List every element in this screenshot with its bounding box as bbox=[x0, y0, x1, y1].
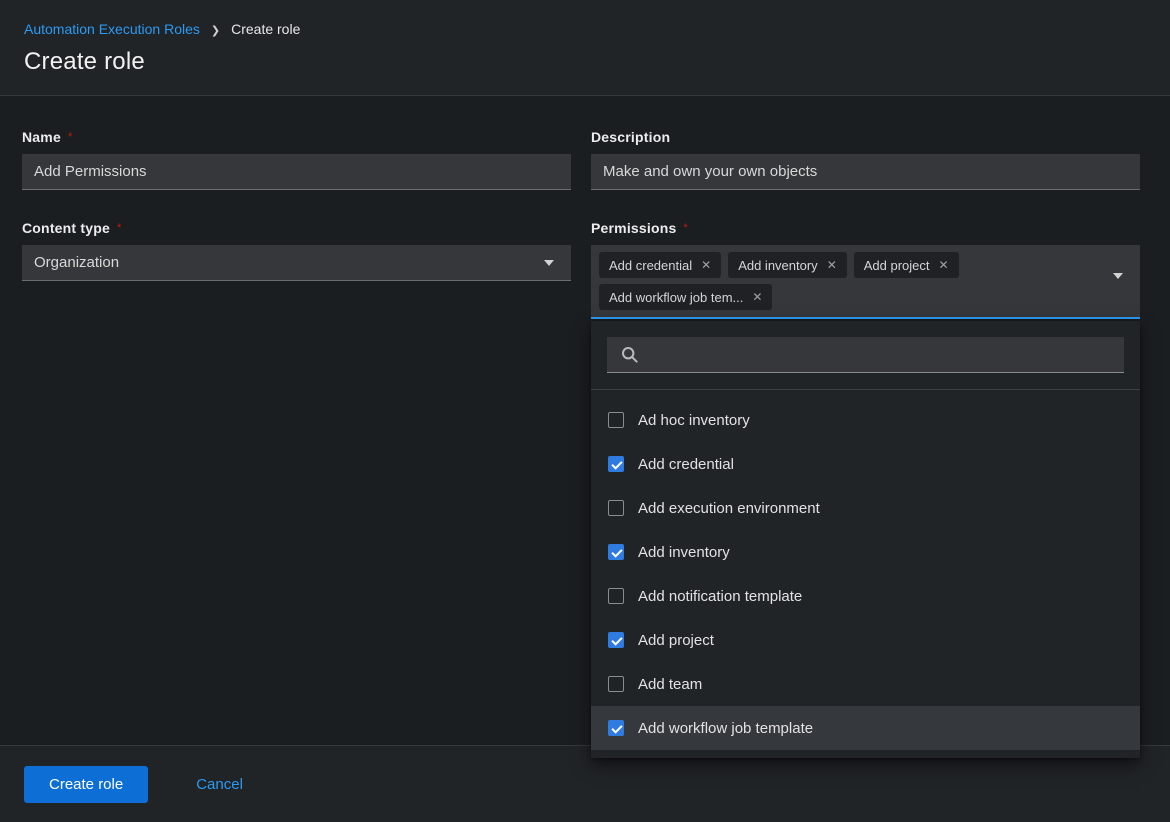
permissions-label: Permissions * bbox=[591, 220, 1140, 236]
permission-option[interactable]: Add notification template bbox=[591, 574, 1140, 618]
chip-remove-icon[interactable]: ✕ bbox=[939, 259, 949, 271]
permission-option[interactable]: Add inventory bbox=[591, 530, 1140, 574]
permission-option[interactable]: Add workflow job template bbox=[591, 706, 1140, 750]
permission-option-label: Ad hoc inventory bbox=[638, 411, 750, 429]
create-role-button[interactable]: Create role bbox=[24, 765, 149, 803]
dropdown-search bbox=[607, 337, 1124, 373]
permission-option-label: Add execution environment bbox=[638, 499, 820, 517]
chip-remove-icon[interactable]: ✕ bbox=[827, 259, 837, 271]
checkbox-icon[interactable] bbox=[608, 500, 624, 516]
permissions-label-text: Permissions bbox=[591, 220, 677, 236]
permission-option[interactable]: Add project bbox=[591, 618, 1140, 662]
permission-option[interactable]: Add credential bbox=[591, 442, 1140, 486]
caret-down-icon bbox=[544, 259, 554, 266]
permission-option[interactable]: Add execution environment bbox=[591, 486, 1140, 530]
permission-chip: Add inventory ✕ bbox=[728, 252, 847, 278]
chip-label: Add project bbox=[863, 257, 930, 273]
chip-label: Add workflow job tem... bbox=[609, 289, 744, 305]
required-asterisk: * bbox=[67, 131, 73, 143]
required-asterisk: * bbox=[116, 222, 122, 234]
description-field-group: Description bbox=[591, 129, 1140, 190]
permission-chip: Add workflow job tem... ✕ bbox=[599, 284, 773, 310]
main-content: Name * Description Content type * Organi… bbox=[0, 97, 1170, 758]
checkbox-icon[interactable] bbox=[608, 412, 624, 428]
checkbox-icon[interactable] bbox=[608, 676, 624, 692]
name-field-group: Name * bbox=[22, 129, 571, 190]
permission-option[interactable]: Ad hoc inventory bbox=[591, 398, 1140, 442]
permissions-search-input[interactable] bbox=[607, 337, 1124, 373]
page-title: Create role bbox=[24, 48, 145, 75]
breadcrumb-link-roles[interactable]: Automation Execution Roles bbox=[24, 21, 200, 37]
description-label-text: Description bbox=[591, 129, 671, 145]
checkbox-icon[interactable] bbox=[608, 544, 624, 560]
chip-remove-icon[interactable]: ✕ bbox=[701, 259, 711, 271]
chip-label: Add inventory bbox=[738, 257, 818, 273]
name-label: Name * bbox=[22, 129, 571, 145]
checkbox-icon[interactable] bbox=[608, 632, 624, 648]
content-type-field-group: Content type * Organization bbox=[22, 220, 571, 319]
permission-option-label: Add inventory bbox=[638, 543, 730, 561]
permission-option-label: Add notification template bbox=[638, 587, 803, 605]
permissions-option-list: Ad hoc inventory Add credential Add exec… bbox=[591, 390, 1140, 758]
required-asterisk: * bbox=[683, 222, 688, 234]
chevron-right-icon: ❯ bbox=[210, 24, 221, 37]
permission-option[interactable]: Add team bbox=[591, 662, 1140, 706]
permission-option-label: Add workflow job template bbox=[638, 719, 814, 737]
permissions-dropdown: Ad hoc inventory Add credential Add exec… bbox=[591, 321, 1140, 758]
permission-option-label: Add credential bbox=[638, 455, 734, 473]
page-header: Automation Execution Roles ❯ Create role… bbox=[0, 0, 1170, 96]
checkbox-icon[interactable] bbox=[608, 456, 624, 472]
name-input[interactable] bbox=[22, 154, 571, 190]
breadcrumb-current: Create role bbox=[231, 21, 301, 37]
description-label: Description bbox=[591, 129, 1140, 145]
checkbox-icon[interactable] bbox=[608, 720, 624, 736]
permission-chip: Add project ✕ bbox=[853, 252, 959, 278]
permissions-field-group: Permissions * Add credential ✕ Add inven… bbox=[591, 220, 1140, 758]
permission-option-label: Add team bbox=[638, 675, 703, 693]
content-type-selected-value: Organization bbox=[34, 254, 120, 271]
create-role-form: Name * Description Content type * Organi… bbox=[22, 129, 1140, 758]
permission-chip: Add credential ✕ bbox=[599, 252, 722, 278]
permission-option-label: Add project bbox=[638, 631, 714, 649]
caret-down-icon bbox=[1113, 273, 1123, 279]
name-label-text: Name bbox=[22, 129, 61, 145]
chip-remove-icon[interactable]: ✕ bbox=[752, 291, 762, 303]
checkbox-icon[interactable] bbox=[608, 588, 624, 604]
cancel-button[interactable]: Cancel bbox=[196, 776, 243, 793]
breadcrumb: Automation Execution Roles ❯ Create role bbox=[24, 21, 1146, 37]
content-type-select[interactable]: Organization bbox=[22, 245, 571, 281]
chip-label: Add credential bbox=[609, 257, 693, 273]
permissions-multiselect[interactable]: Add credential ✕ Add inventory ✕ Add pro… bbox=[591, 245, 1140, 319]
content-type-label-text: Content type bbox=[22, 220, 110, 236]
content-type-label: Content type * bbox=[22, 220, 571, 236]
description-input[interactable] bbox=[591, 154, 1140, 190]
